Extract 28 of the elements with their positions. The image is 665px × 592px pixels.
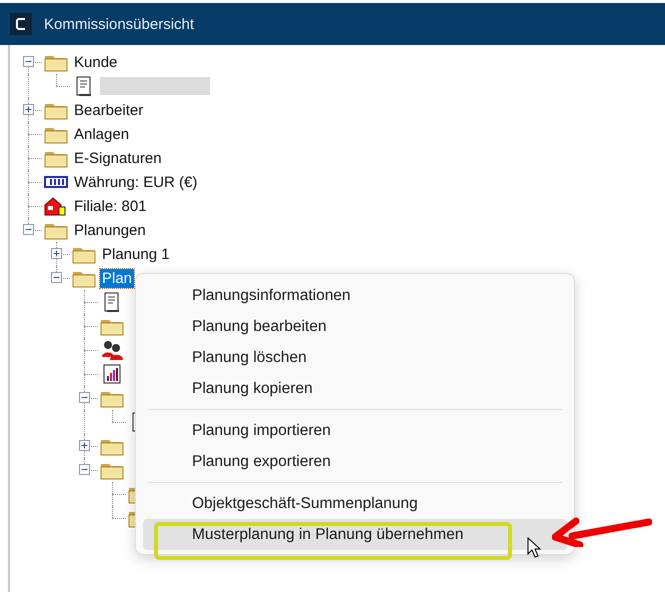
tree-item[interactable]: Planungen (72, 220, 148, 240)
window-title: Kommissionsübersicht (44, 16, 194, 32)
tree-item[interactable]: Bearbeiter (72, 100, 146, 120)
tree-item[interactable]: Anlagen (72, 124, 132, 144)
expander-icon[interactable] (23, 104, 34, 115)
tree-item[interactable]: Währung: EUR (€) (72, 172, 200, 192)
menu-item[interactable]: Planung kopieren (143, 373, 567, 404)
menu-item[interactable]: Planungsinformationen (143, 280, 567, 311)
expander-icon[interactable] (51, 248, 62, 259)
menu-item[interactable]: Objektgeschäft-Summenplanung (143, 488, 567, 519)
expander-icon[interactable] (79, 440, 90, 451)
menu-item[interactable]: Planung importieren (143, 415, 567, 446)
tree-item[interactable]: Plan (100, 268, 134, 288)
tree-item[interactable]: Kunde (72, 52, 120, 72)
people-icon (100, 340, 124, 360)
expander-icon[interactable] (23, 56, 34, 67)
app-logo-icon (10, 13, 32, 35)
expander-icon[interactable] (23, 224, 34, 235)
expander-icon[interactable] (79, 464, 90, 475)
expander-icon[interactable] (79, 392, 90, 403)
tree-item[interactable]: Filiale: 801 (72, 196, 149, 216)
menu-item[interactable]: Planung exportieren (143, 446, 567, 477)
expander-icon[interactable] (51, 272, 62, 283)
menu-item[interactable]: Planung bearbeiten (143, 311, 567, 342)
menu-item[interactable]: Planung löschen (143, 342, 567, 373)
tree-item[interactable]: E-Signaturen (72, 148, 164, 168)
house-icon (44, 196, 68, 216)
tree-item[interactable]: Planung 1 (100, 244, 172, 264)
